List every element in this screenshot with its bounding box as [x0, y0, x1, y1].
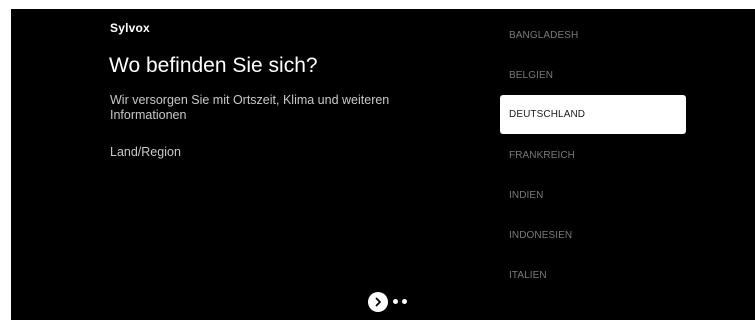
- next-button[interactable]: [368, 291, 388, 312]
- region-label: Land/Region: [110, 145, 181, 159]
- country-item-label: INDONESIEN: [509, 229, 573, 241]
- brand-logo: Sylvox: [110, 21, 150, 35]
- country-item-label: BANGLADESH: [509, 29, 579, 41]
- country-item-indonesien[interactable]: INDONESIEN: [500, 215, 686, 255]
- country-item-label: BELGIEN: [509, 69, 554, 81]
- country-item-deutschland[interactable]: DEUTSCHLAND: [500, 95, 686, 134]
- country-item-label: ITALIEN: [509, 269, 547, 281]
- country-list: BANGLADESH BELGIEN DEUTSCHLAND FRANKREIC…: [500, 15, 686, 295]
- pager: [368, 291, 411, 312]
- tv-setup-screen: Sylvox Wo befinden Sie sich? Wir versorg…: [11, 9, 755, 320]
- country-item-frankreich[interactable]: FRANKREICH: [500, 135, 686, 175]
- page-subtitle: Wir versorgen Sie mit Ortszeit, Klima un…: [110, 93, 390, 122]
- country-item-bangladesh[interactable]: BANGLADESH: [500, 15, 686, 55]
- country-item-label: INDIEN: [509, 189, 544, 201]
- page-dot: [393, 299, 398, 304]
- country-item-belgien[interactable]: BELGIEN: [500, 55, 686, 95]
- country-item-label: FRANKREICH: [509, 149, 576, 161]
- country-item-indien[interactable]: INDIEN: [500, 175, 686, 215]
- page-dot: [402, 299, 407, 304]
- country-item-label: DEUTSCHLAND: [509, 109, 586, 120]
- chevron-right-icon: [375, 297, 381, 306]
- country-item-italien[interactable]: ITALIEN: [500, 255, 686, 295]
- page-title: Wo befinden Sie sich?: [109, 54, 318, 77]
